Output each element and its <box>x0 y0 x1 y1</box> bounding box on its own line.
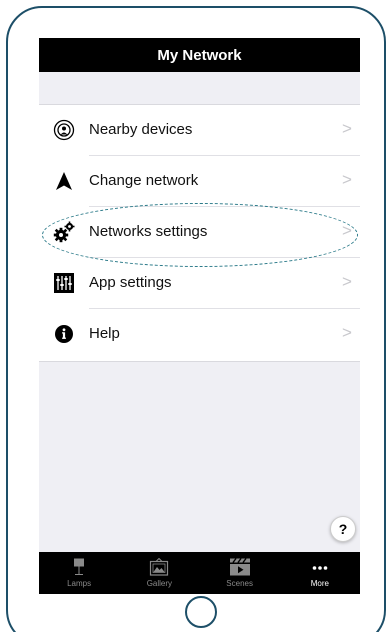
nearby-devices-icon <box>53 119 75 141</box>
menu-item-help[interactable]: Help > <box>39 309 360 360</box>
menu-item-change-network[interactable]: Change network > <box>39 156 360 207</box>
tab-lamps[interactable]: Lamps <box>39 552 119 594</box>
gears-icon <box>53 221 75 243</box>
menu-item-label: App settings <box>89 274 172 291</box>
chevron-right-icon: > <box>342 272 352 291</box>
menu-item-label: Help <box>89 325 120 342</box>
menu-item-label: Networks settings <box>89 223 208 240</box>
navigation-arrow-icon <box>53 170 75 192</box>
tab-more[interactable]: More <box>280 552 360 594</box>
tab-label: Lamps <box>67 579 92 588</box>
menu-item-nearby-devices[interactable]: Nearby devices > <box>39 105 360 156</box>
gallery-icon <box>149 558 169 576</box>
sliders-icon <box>53 272 75 294</box>
menu-item-app-settings[interactable]: App settings > <box>39 258 360 309</box>
tab-gallery[interactable]: Gallery <box>119 552 199 594</box>
home-button[interactable] <box>185 596 217 628</box>
nav-bar: My Network <box>39 38 360 72</box>
chevron-right-icon: > <box>342 323 352 342</box>
info-icon <box>53 323 75 345</box>
chevron-right-icon: > <box>342 170 352 189</box>
more-dots-icon <box>310 558 330 576</box>
menu-item-networks-settings[interactable]: Networks settings > <box>39 207 360 258</box>
settings-list: Nearby devices > Change network > Networ… <box>39 104 360 362</box>
menu-item-label: Nearby devices <box>89 121 193 138</box>
chevron-right-icon: > <box>342 221 352 240</box>
tab-bar: Lamps Gallery Scenes More <box>39 552 360 594</box>
tab-label: Gallery <box>146 579 173 588</box>
lamp-icon <box>71 558 87 576</box>
help-button-label: ? <box>338 521 348 537</box>
help-button[interactable]: ? <box>330 516 356 542</box>
tab-label: More <box>310 579 329 588</box>
chevron-right-icon: > <box>342 119 352 138</box>
tab-scenes[interactable]: Scenes <box>200 552 280 594</box>
page-title: My Network <box>157 46 242 64</box>
clapperboard-icon <box>229 558 251 576</box>
menu-item-label: Change network <box>89 172 199 189</box>
tab-label: Scenes <box>226 579 253 588</box>
app-screen: My Network Nearby devices > Change netwo… <box>39 38 360 594</box>
